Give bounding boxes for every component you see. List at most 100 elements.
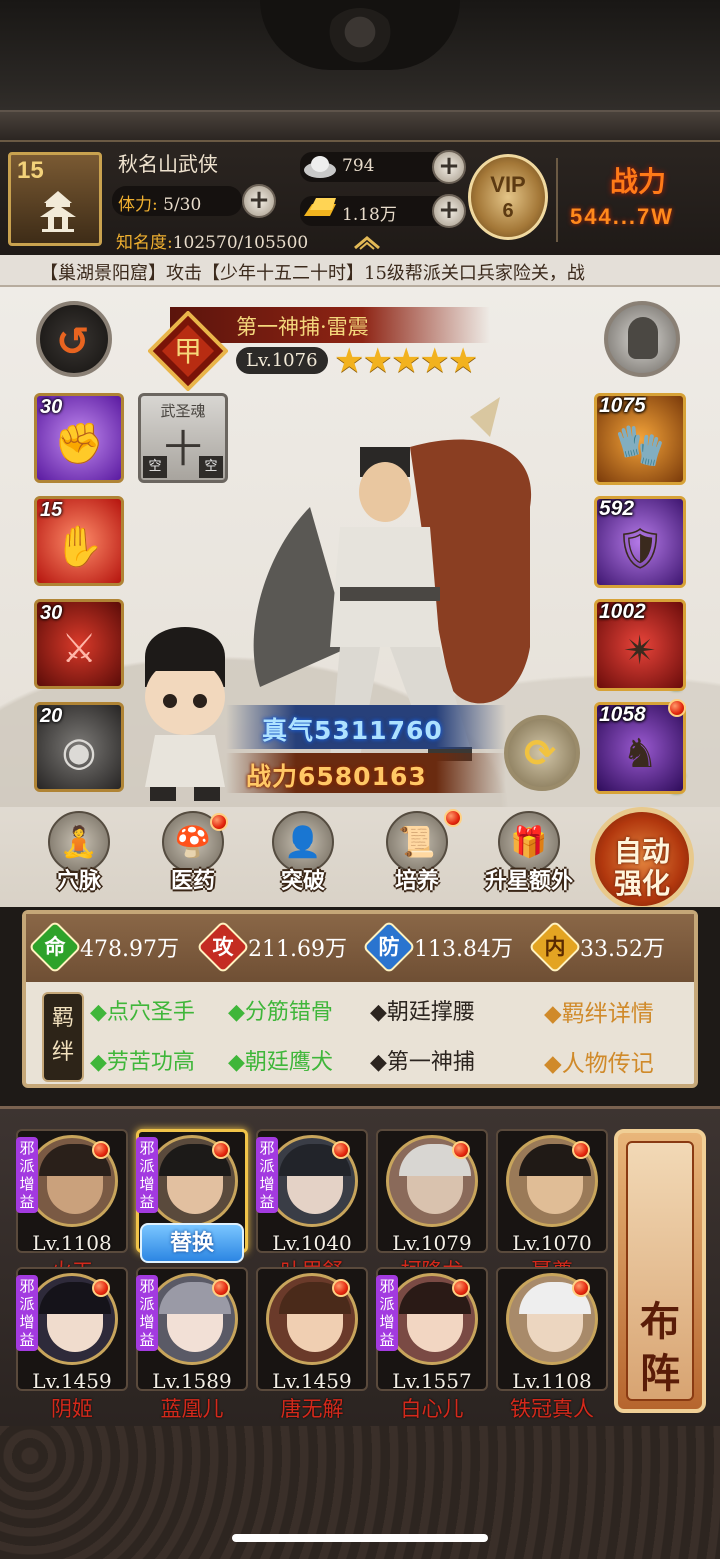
true-qi-value: 真气5311760 [262, 716, 443, 745]
add-stamina-button[interactable]: + [242, 184, 276, 218]
bond-item: ◆第一神捕 [370, 1050, 475, 1075]
skill-slot-2[interactable]: 15 ✋ [34, 496, 124, 586]
member-name: 铁冠真人 [510, 1397, 594, 1421]
armor-icon: 🛡 [614, 526, 666, 572]
silver-amount: 794 [342, 156, 375, 176]
stat-defense: 防 113.84万 [362, 920, 513, 974]
function-label: 医药 [170, 868, 215, 894]
bond-details-link[interactable]: ◆羁绊详情 [544, 994, 654, 1028]
skill-slot-4[interactable]: 20 ◉ [34, 702, 124, 792]
function-buttons: 🧘 穴脉 🍄 医药 👤 突破 📜 培养 🎁 升星额外 自动 强化 [0, 807, 720, 907]
home-indicator[interactable] [232, 1534, 488, 1542]
player-avatar[interactable]: 15 [8, 152, 102, 246]
team-roster: 邪派增益 Lv.1108 火工 邪派增益 替换 邪派增益 Lv.1040 叶眉舒… [0, 1106, 720, 1426]
vip-badge[interactable]: VIP 6 [468, 154, 548, 240]
equipment-slot-1[interactable]: 1075 🧤 [594, 393, 686, 485]
equipment-slot-3[interactable]: 1002 ✴ [594, 599, 686, 691]
fame-value: 102570/105500 [172, 233, 309, 253]
attribute-panel: 命 478.97万 攻 211.69万 防 113.84万 内 33.52万 羁绊 ◆点… [22, 910, 698, 1088]
notification-dot [92, 1141, 110, 1159]
total-power: 战力 544...7W [570, 160, 710, 230]
roof-beam [0, 110, 720, 140]
biography-link[interactable]: ◆人物传记 [544, 1044, 654, 1078]
notification-dot [212, 1279, 230, 1297]
skill-slot-1[interactable]: 30 ✊ [34, 393, 124, 483]
stat-value: 33.52万 [580, 937, 665, 962]
stat-inner: 内 33.52万 [528, 920, 665, 974]
star-up-button[interactable]: 🎁 升星额外 [484, 811, 574, 901]
skill-level: 20 [40, 705, 63, 727]
roster-slot[interactable]: 邪派增益 Lv.1557 白心儿 [376, 1267, 488, 1421]
member-level: Lv.1108 [512, 1369, 592, 1393]
roster-slot[interactable]: 邪派增益 Lv.1589 蓝凰儿 [136, 1267, 248, 1421]
fame-label: 知名度: [116, 233, 173, 253]
roster-slot[interactable]: Lv.1108 铁冠真人 [496, 1267, 608, 1421]
member-name: 白心儿 [400, 1397, 464, 1421]
stat-attack: 攻 211.69万 [196, 920, 347, 974]
temple-icon [40, 191, 76, 232]
meridian-button[interactable]: 🧘 穴脉 [34, 811, 124, 901]
roster-slot[interactable]: Lv.1459 唐无解 [256, 1267, 368, 1421]
notification-dot [572, 1279, 590, 1297]
gold-bar-icon [304, 198, 336, 216]
notification-dot [668, 699, 686, 717]
vip-label: VIP [490, 172, 526, 197]
hero-power-value: 战力6580163 [246, 762, 427, 791]
rank-badge-icon: 甲 [148, 311, 228, 391]
stat-value: 478.97万 [80, 937, 179, 962]
member-level: Lv.1459 [272, 1369, 352, 1393]
add-silver-button[interactable]: + [432, 150, 466, 184]
replace-button[interactable]: 替换 [140, 1223, 244, 1263]
train-button[interactable]: 📜 培养 [372, 809, 462, 901]
silver-ingot-icon [304, 156, 336, 178]
roster-slot[interactable]: 邪派增益 Lv.1108 火工 [16, 1129, 128, 1283]
skill-level: 30 [40, 396, 63, 418]
medicine-button[interactable]: 🍄 医药 [148, 811, 238, 901]
back-button[interactable]: ↺ [36, 301, 112, 377]
member-level: Lv.1589 [152, 1369, 232, 1393]
bond-item: ◆朝廷撑腰 [370, 1000, 475, 1025]
hero-panel: ↺ 第一神捕·雷震 甲 Lv.1076 ★★★★★ 30 ✊ 15 ✋ 30 ⚔… [0, 287, 720, 907]
fame-row: 知名度:102570/105500 [116, 228, 308, 253]
bond-tag: 羁绊 [42, 992, 84, 1082]
formation-label-1: 布 [640, 1298, 680, 1345]
formation-button[interactable]: 布 阵 [614, 1129, 706, 1413]
stat-key: 内 [544, 934, 566, 959]
evil-faction-tag: 邪派增益 [256, 1137, 278, 1213]
roster-slot[interactable]: 邪派增益 Lv.1459 阴姬 [16, 1267, 128, 1421]
hero-power-banner: 战力6580163 [226, 753, 506, 793]
stat-key: 防 [378, 934, 400, 959]
skill-slot-3[interactable]: 30 ⚔ [34, 599, 124, 689]
function-label: 培养 [394, 868, 439, 894]
skill-level: 30 [40, 602, 63, 624]
roster-slot[interactable]: Lv.1079 柯降龙 [376, 1129, 488, 1283]
equipment-level: 592 [599, 497, 635, 520]
roster-slot[interactable]: Lv.1070 聂尊 [496, 1129, 608, 1283]
member-name: 蓝凰儿 [160, 1397, 224, 1421]
function-label: 升星额外 [484, 868, 573, 894]
equipment-slot-2[interactable]: 592 🛡 [594, 496, 686, 588]
auto-strengthen-button[interactable]: 自动 强化 [590, 807, 694, 907]
evil-faction-tag: 邪派增益 [16, 1137, 38, 1213]
stat-value: 113.84万 [414, 937, 513, 962]
switch-hero-button[interactable]: ⟳ [504, 715, 580, 791]
stamina-bar: 体力: 5/30 [112, 186, 242, 216]
gray-medallion-icon: ◉ [61, 729, 97, 775]
hero-figure-button[interactable] [604, 301, 680, 377]
expand-chevron-icon[interactable] [352, 234, 382, 250]
svg-text:甲: 甲 [174, 335, 202, 368]
add-gold-button[interactable]: + [432, 194, 466, 228]
martial-soul-slot[interactable]: 武圣魂 十 空 空 [138, 393, 228, 483]
stat-value: 211.69万 [248, 937, 347, 962]
roster-slot-selected[interactable]: 邪派增益 替换 [136, 1129, 248, 1263]
notification-dot [572, 1141, 590, 1159]
hero-level: Lv.1076 [236, 347, 328, 374]
inner-power-icon: 内 [528, 920, 582, 974]
function-label: 突破 [280, 868, 325, 894]
breakthrough-button[interactable]: 👤 突破 [258, 811, 348, 901]
notification-dot [444, 809, 462, 827]
member-level: Lv.1040 [272, 1231, 352, 1255]
member-level: Lv.1108 [32, 1231, 112, 1255]
figure-icon [628, 317, 658, 359]
roster-slot[interactable]: 邪派增益 Lv.1040 叶眉舒 [256, 1129, 368, 1283]
